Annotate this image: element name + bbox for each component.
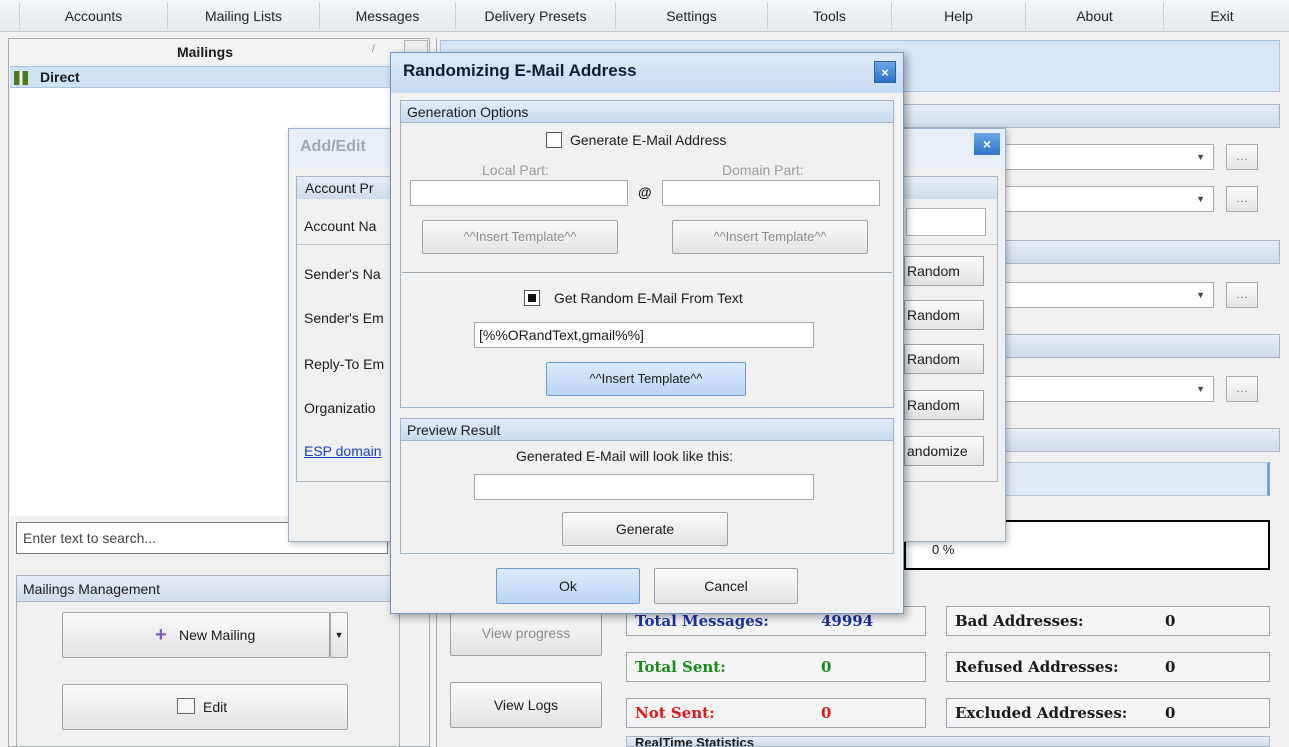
stat-bad-addresses: Bad Addresses: 0 (946, 606, 1270, 636)
account-name-label: Account Na (304, 218, 377, 234)
reply-to-email-label: Reply-To Em (304, 356, 385, 372)
insert-template-local-button[interactable]: ^^Insert Template^^ (422, 220, 618, 254)
bad-addresses-label: Bad Addresses: (955, 612, 1084, 630)
random-button-senders-name[interactable]: Random (904, 256, 984, 286)
at-sign: @ (638, 184, 652, 200)
close-icon[interactable]: × (974, 133, 1000, 155)
group-row-direct[interactable]: Direct (10, 66, 398, 88)
divider (402, 272, 892, 273)
senders-name-label: Sender's Na (304, 266, 381, 282)
stat-not-sent: Not Sent: 0 (626, 698, 926, 728)
random-text-input[interactable]: [%%ORandText,gmail%%] (474, 322, 814, 348)
browse-button[interactable]: … (1226, 282, 1258, 308)
menu-about[interactable]: About (1026, 3, 1164, 29)
menu-delivery-presets[interactable]: Delivery Presets (456, 3, 616, 29)
plus-icon: + (155, 624, 167, 646)
local-part-label: Local Part: (482, 162, 549, 178)
browse-button[interactable]: … (1226, 144, 1258, 170)
refused-addresses-label: Refused Addresses: (955, 658, 1119, 676)
browse-button[interactable]: … (1226, 376, 1258, 402)
generate-button[interactable]: Generate (562, 512, 728, 546)
menu-help[interactable]: Help (892, 3, 1026, 29)
new-mailing-button[interactable]: + New Mailing (62, 612, 330, 658)
chevron-down-icon: ▼ (1196, 194, 1205, 204)
new-mailing-dropdown[interactable]: ▼ (330, 612, 348, 658)
combo-box[interactable]: ▼ (990, 282, 1214, 308)
pause-icon (14, 71, 28, 85)
esp-domain-link[interactable]: ESP domain (304, 443, 382, 459)
menu-exit[interactable]: Exit (1164, 3, 1280, 29)
bad-addresses-value: 0 (1165, 612, 1176, 630)
stat-refused-addresses: Refused Addresses: 0 (946, 652, 1270, 682)
progress-value: 0 % (932, 542, 955, 557)
view-logs-button[interactable]: View Logs (450, 682, 602, 728)
preview-output-field (474, 474, 814, 500)
view-progress-button[interactable]: View progress (450, 610, 602, 656)
cancel-button[interactable]: Cancel (654, 568, 798, 604)
stat-excluded-addresses: Excluded Addresses: 0 (946, 698, 1270, 728)
account-name-input[interactable] (906, 208, 986, 236)
mailings-management-header: Mailings Management (17, 576, 399, 602)
preview-result-header: Preview Result (401, 419, 893, 441)
refused-addresses-value: 0 (1165, 658, 1176, 676)
stat-total-sent: Total Sent: 0 (626, 652, 926, 682)
edit-label: Edit (203, 699, 228, 715)
organization-label: Organizatio (304, 400, 376, 416)
senders-email-label: Sender's Em (304, 310, 384, 326)
add-edit-title: Add/Edit (300, 138, 366, 155)
get-random-from-text-label: Get Random E-Mail From Text (554, 290, 743, 306)
randomizing-dialog-title: Randomizing E-Mail Address (403, 61, 637, 80)
random-button-organization[interactable]: Random (904, 390, 984, 420)
chevron-down-icon: ▼ (1196, 290, 1205, 300)
generate-email-label: Generate E-Mail Address (570, 132, 727, 148)
section-strip (900, 104, 1280, 128)
total-sent-value: 0 (821, 658, 832, 676)
excluded-addresses-label: Excluded Addresses: (955, 704, 1128, 722)
edit-pencil-icon (177, 698, 195, 714)
mailings-column-header[interactable]: Mailings (10, 40, 400, 64)
close-icon[interactable]: × (874, 61, 896, 83)
domain-part-label: Domain Part: (722, 162, 804, 178)
realtime-statistics-strip: RealTime Statistics (626, 736, 1270, 747)
random-button-reply-to[interactable]: Random (904, 344, 984, 374)
not-sent-label: Not Sent: (635, 704, 715, 722)
browse-button[interactable]: … (1226, 186, 1258, 212)
randomize-button[interactable]: andomize (904, 436, 984, 466)
generation-options-header: Generation Options (401, 101, 893, 123)
insert-template-domain-button[interactable]: ^^Insert Template^^ (672, 220, 868, 254)
menu-bar: Accounts Mailing Lists Messages Delivery… (0, 0, 1289, 32)
combo-box[interactable]: ▼ (990, 376, 1214, 402)
get-random-from-text-checkbox[interactable] (524, 290, 540, 306)
combo-box[interactable]: ▼ (990, 186, 1214, 212)
preview-label: Generated E-Mail will look like this: (516, 448, 734, 464)
sort-indicator-icon: / (372, 44, 375, 55)
local-part-input[interactable] (410, 180, 628, 206)
insert-template-text-button[interactable]: ^^Insert Template^^ (546, 362, 746, 396)
random-button-senders-email[interactable]: Random (904, 300, 984, 330)
generate-email-checkbox[interactable] (546, 132, 562, 148)
excluded-addresses-value: 0 (1165, 704, 1176, 722)
menu-settings[interactable]: Settings (616, 3, 768, 29)
domain-part-input[interactable] (662, 180, 880, 206)
realtime-statistics-label: RealTime Statistics (635, 736, 754, 747)
menu-tools[interactable]: Tools (768, 3, 892, 29)
not-sent-value: 0 (821, 704, 832, 722)
chevron-down-icon: ▼ (1196, 384, 1205, 394)
total-sent-label: Total Sent: (635, 658, 726, 676)
menu-mailing-lists[interactable]: Mailing Lists (168, 3, 320, 29)
menu-grip (0, 3, 20, 29)
new-mailing-label: New Mailing (179, 627, 256, 643)
ok-button[interactable]: Ok (496, 568, 640, 604)
edit-button[interactable]: Edit (62, 684, 348, 730)
chevron-down-icon: ▼ (1196, 152, 1205, 162)
combo-box[interactable]: ▼ (990, 144, 1214, 170)
menu-messages[interactable]: Messages (320, 3, 456, 29)
menu-accounts[interactable]: Accounts (20, 3, 168, 29)
